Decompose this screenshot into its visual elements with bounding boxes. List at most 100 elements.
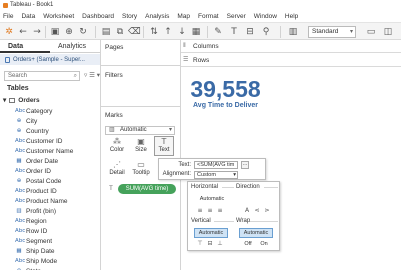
direction-horizontal-icon[interactable]: A — [243, 207, 251, 214]
share-icon[interactable]: ◫ — [382, 26, 394, 38]
align-middle-icon[interactable]: ⊟ — [206, 240, 214, 247]
wrap-on-option[interactable]: On — [258, 241, 270, 247]
tab-analytics[interactable]: Analytics — [50, 40, 100, 53]
marks-detail-button[interactable]: ⋰ Detail — [107, 160, 127, 180]
alignment-select[interactable]: Custom ▾ — [194, 171, 238, 179]
menu-worksheet[interactable]: Worksheet — [43, 13, 74, 20]
align-top-icon[interactable]: ⊤ — [196, 240, 204, 247]
text-icon: T — [161, 137, 167, 146]
field-label: Row ID — [26, 227, 48, 235]
new-data-source-icon[interactable]: ⊕ — [63, 26, 75, 38]
field-label: Ship Mode — [26, 257, 58, 265]
rows-icon: ☰ — [183, 57, 189, 63]
field-item[interactable]: Abc Order ID — [15, 166, 100, 176]
marks-color-button[interactable]: ⁂ Color — [107, 137, 127, 157]
wrap-off-option[interactable]: Off — [242, 241, 254, 247]
menu-dashboard[interactable]: Dashboard — [82, 13, 114, 20]
field-item[interactable]: Abc Customer ID — [15, 136, 100, 146]
align-right-icon[interactable]: ≡ — [216, 207, 224, 214]
wrap-heading: Wrap — [236, 218, 251, 224]
menu-file[interactable]: File — [3, 13, 13, 20]
refresh-icon[interactable]: ↻ — [77, 26, 89, 38]
vertical-automatic-button[interactable]: Automatic — [194, 228, 228, 238]
field-item[interactable]: Abc Product Name — [15, 196, 100, 206]
field-label: Ship Date — [26, 247, 55, 255]
field-item[interactable]: ⊕State — [15, 266, 100, 270]
marks-text-button[interactable]: T Text — [154, 136, 174, 156]
columns-shelf[interactable]: ⦀ Columns — [181, 40, 401, 53]
field-item[interactable]: ⊕ City — [15, 116, 100, 126]
duplicate-icon[interactable]: ⧉ — [114, 26, 126, 38]
presentation-mode-icon[interactable]: ▭ — [365, 26, 377, 38]
field-item[interactable]: Abc Region — [15, 216, 100, 226]
filter-icon[interactable]: ▿ — [84, 72, 87, 79]
highlight-icon[interactable]: ✎ — [212, 26, 224, 38]
clear-sheet-icon[interactable]: ⌫ — [128, 26, 141, 38]
menu-format[interactable]: Format — [198, 13, 219, 20]
field-item[interactable]: Abc Category — [15, 106, 100, 116]
direction-down-icon[interactable]: ⋗ — [263, 207, 271, 214]
tab-data[interactable]: Data — [0, 40, 50, 53]
align-left-icon[interactable]: ≡ — [196, 207, 204, 214]
align-bottom-icon[interactable]: ⊥ — [216, 240, 224, 247]
collapse-icon[interactable]: ▾ — [3, 96, 6, 104]
field-item[interactable]: Abc Customer Name — [15, 146, 100, 156]
forward-icon[interactable]: → — [31, 26, 43, 38]
table-icon — [9, 97, 16, 103]
chevron-down-icon: ▾ — [349, 29, 353, 35]
menu-window[interactable]: Window — [254, 13, 277, 20]
menu-data[interactable]: Data — [21, 13, 35, 20]
align-center-icon[interactable]: ≡ — [206, 207, 214, 214]
field-item[interactable]: ▦ Order Date — [15, 156, 100, 166]
new-worksheet-icon[interactable]: ▤ — [100, 26, 112, 38]
text-field[interactable]: <SUM(AVG tim — [194, 161, 238, 169]
table-orders[interactable]: ▾ Orders — [3, 96, 40, 105]
field-label: Segment — [26, 237, 53, 245]
text-edit-button[interactable]: ... — [241, 161, 249, 169]
kpi-subtitle: Avg Time to Deliver — [193, 102, 258, 109]
field-item[interactable]: ⊕ Postal Code — [15, 176, 100, 186]
sort-descending-icon[interactable]: ↓ — [176, 26, 188, 38]
chevron-down-icon[interactable]: ▾ — [97, 72, 100, 79]
direction-up-icon[interactable]: ⋖ — [253, 207, 261, 214]
view-options-icon[interactable]: ☰ — [89, 72, 95, 79]
marks-size-button[interactable]: ▣ Size — [131, 137, 151, 157]
group-icon[interactable]: ▦ — [190, 26, 202, 38]
search-input[interactable]: Search ⌕ — [4, 71, 80, 81]
pin-icon[interactable]: ⚲ — [260, 26, 272, 38]
wrap-automatic-button[interactable]: Automatic — [239, 228, 273, 238]
chevron-down-icon: ▾ — [233, 172, 236, 178]
labels-icon[interactable]: T — [228, 26, 240, 38]
string-field-icon: Abc — [15, 138, 26, 144]
field-item[interactable]: Abc Product ID — [15, 186, 100, 196]
toolbar: ✲ ← → ▣ ⊕ ↻ ▤ ⧉ ⌫ ⇅ ↑ ↓ ▦ ✎ T ⊟ ⚲ ▥ Stan… — [0, 22, 401, 40]
mark-type-select[interactable]: ▥ Automatic ▾ — [105, 126, 175, 135]
tableau-logo-icon[interactable]: ✲ — [3, 26, 15, 38]
data-source-item[interactable]: Orders+ (Sample - Super... — [0, 54, 100, 65]
data-source-label: Orders+ (Sample - Super... — [13, 56, 85, 63]
field-item[interactable]: ⊕ Country — [15, 126, 100, 136]
menu-map[interactable]: Map — [177, 13, 190, 20]
show-cards-icon[interactable]: ▥ — [287, 26, 299, 38]
swap-icon[interactable]: ⇅ — [148, 26, 160, 38]
menu-help[interactable]: Help — [285, 13, 298, 20]
menu-server[interactable]: Server — [227, 13, 246, 20]
save-icon[interactable]: ▣ — [49, 26, 61, 38]
field-item[interactable]: Abc Row ID — [15, 226, 100, 236]
field-item[interactable]: Abc Ship Mode — [15, 256, 100, 266]
string-field-icon: Abc — [15, 218, 26, 224]
fit-select[interactable]: Standard ▾ — [308, 26, 356, 38]
sort-ascending-icon[interactable]: ↑ — [162, 26, 174, 38]
menu-story[interactable]: Story — [122, 13, 137, 20]
field-item[interactable]: Abc Segment — [15, 236, 100, 246]
sum-avg-time-pill[interactable]: SUM(AVG time) — [118, 184, 176, 194]
field-item[interactable]: ▥ Profit (bin) — [15, 206, 100, 216]
fix-axes-icon[interactable]: ⊟ — [244, 26, 256, 38]
back-icon[interactable]: ← — [17, 26, 29, 38]
field-item[interactable]: ▦ Ship Date — [15, 246, 100, 256]
field-list-options[interactable]: ▿ ☰ ▾ — [84, 71, 100, 79]
horizontal-automatic-label[interactable]: Automatic — [196, 196, 228, 202]
marks-tooltip-button[interactable]: ▭ Tooltip — [131, 160, 151, 180]
menu-analysis[interactable]: Analysis — [145, 13, 169, 20]
rows-shelf[interactable]: ☰ Rows — [181, 54, 401, 67]
